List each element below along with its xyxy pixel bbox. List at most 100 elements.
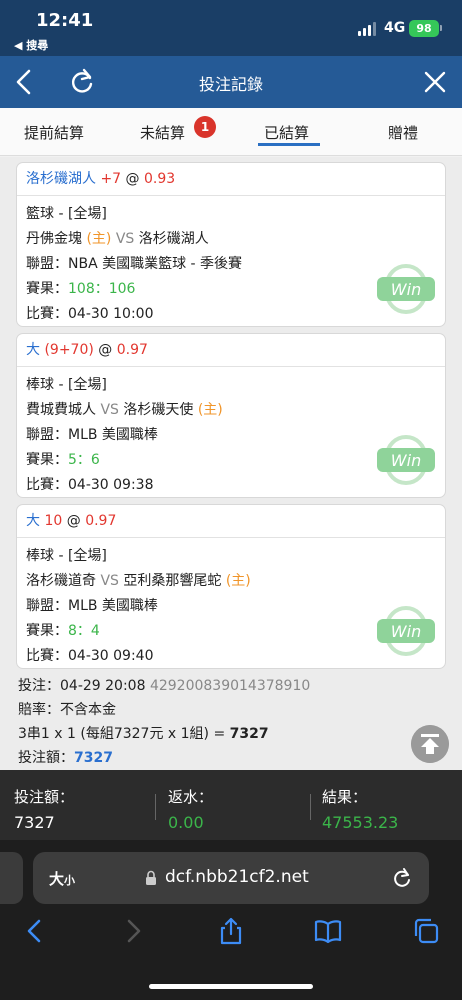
bet-record-list[interactable]: 洛杉磯湖人 +7 @ 0.93 籃球 - [全場] 丹佛金塊 (主) VS 洛杉… [0,157,462,770]
team-one: 洛杉磯道奇 [26,573,96,589]
tabs-icon[interactable] [411,916,441,946]
url-text: dcf.nbb21cf2.net [165,867,309,887]
win-stamp-icon: Win [377,264,435,314]
bet-selection: 大 [26,513,40,529]
sport-line: 籃球 - [全場] [26,206,107,222]
bet-odds: 0.93 [144,171,176,187]
active-tab-indicator [258,143,320,146]
home-tag: (主) [86,231,112,247]
home-tag: (主) [197,402,223,418]
odds-note: 賠率：不含本金 [18,702,116,718]
sport-line: 棒球 - [全場] [26,377,107,393]
text-size-small: 小 [64,874,76,887]
matchup-line: 洛杉磯道奇 VS 亞利桑那響尾蛇 (主) [26,569,445,594]
amount-value: 7327 [74,750,113,766]
team-one: 費城費城人 [26,402,96,418]
bet-card-body: 籃球 - [全場] 丹佛金塊 (主) VS 洛杉磯湖人 聯盟：NBA 美國職業籃… [17,196,445,327]
bet-selection: 大 [26,342,40,358]
totals-bar: 投注額： 7327 返水： 0.00 結果： 47553.23 [0,770,462,840]
share-icon[interactable] [216,916,246,946]
bet-id: 429200839014378910 [149,678,311,694]
nav-bar: 投注記錄 [0,56,462,108]
amount-label: 投注額： [18,750,74,766]
score: 8：4 [68,623,100,639]
browser-back-icon[interactable] [20,916,50,946]
bet-card-body: 棒球 - [全場] 洛杉磯道奇 VS 亞利桑那響尾蛇 (主) 聯盟：MLB 美國… [17,538,445,669]
bet-handicap: (9+70) [44,342,94,358]
home-tag: (主) [225,573,251,589]
vs-label: VS [100,402,119,418]
team-one: 丹佛金塊 [26,231,82,247]
win-label: Win [391,622,421,641]
signal-icon [358,22,378,36]
stake-value: 7327 [14,813,55,832]
bet-time: 投注：04-29 20:08 [18,678,146,694]
result-label: 賽果： [26,281,68,297]
result-total-value: 47553.23 [322,813,399,832]
bookmarks-icon[interactable] [313,916,343,946]
bet-odds: 0.97 [85,513,117,529]
bet-time-line: 投注：04-29 20:08 429200839014378910 [18,675,310,695]
browser-chrome: 大小 dcf.nbb21cf2.net [0,840,462,1000]
tab-gifts[interactable]: 贈禮 [388,122,418,143]
unsettled-count-badge: 1 [194,116,216,138]
bet-card: 大 (9+70) @ 0.97 棒球 - [全場] 費城費城人 VS 洛杉磯天使… [16,333,446,498]
divider [310,794,311,820]
at-sign: @ [66,513,81,529]
win-label: Win [391,280,421,299]
page-title: 投注記錄 [198,75,263,94]
reload-icon[interactable] [391,867,413,889]
tab-bar: 提前結算 未結算 已結算 贈禮 [0,108,462,156]
at-sign: @ [125,171,140,187]
stake-total: 投注額： 7327 [14,786,74,832]
battery-tip [440,25,442,31]
text-size-button[interactable]: 大小 [49,868,75,889]
bet-selection: 洛杉磯湖人 [26,171,96,187]
bet-card-body: 棒球 - [全場] 費城費城人 VS 洛杉磯天使 (主) 聯盟：MLB 美國職棒… [17,367,445,498]
bet-handicap: +7 [100,171,122,187]
home-indicator [149,984,313,989]
team-two: 亞利桑那響尾蛇 [123,573,222,589]
sport-line: 棒球 - [全場] [26,548,107,564]
win-stamp-icon: Win [377,606,435,656]
bet-card: 大 10 @ 0.97 棒球 - [全場] 洛杉磯道奇 VS 亞利桑那響尾蛇 (… [16,504,446,669]
bet-handicap: 10 [44,513,63,529]
scroll-to-top-icon[interactable] [411,725,449,763]
browser-forward-icon[interactable] [118,916,148,946]
tab-settled[interactable]: 已結算 [264,122,309,143]
team-two: 洛杉磯湖人 [138,231,209,247]
parlay-total: 7327 [229,726,269,742]
lock-icon [146,870,156,885]
bet-odds: 0.97 [116,342,148,358]
team-two: 洛杉磯天使 [123,402,194,418]
rebate-total: 返水： 0.00 [168,786,213,832]
text-size-big: 大 [49,870,65,888]
result-label: 賽果： [26,452,68,468]
status-bar: 12:41 ◀ 搜尋 4G 98 [0,0,462,56]
score: 5：6 [68,452,100,468]
network-type: 4G [384,20,406,36]
clock: 12:41 [36,10,94,31]
tab-early-settle[interactable]: 提前結算 [24,122,84,143]
result-total: 結果： 47553.23 [322,786,398,832]
parlay-line: 3串1 x 1 (每組7327元 x 1組) = 7327 [18,723,269,743]
close-icon[interactable] [420,67,450,97]
vs-label: VS [115,231,135,247]
vs-label: VS [100,573,119,589]
bet-card-header: 大 (9+70) @ 0.97 [17,334,445,367]
rebate-value: 0.00 [168,813,204,832]
result-label: 賽果： [26,623,68,639]
tab-unsettled[interactable]: 未結算 [140,122,185,143]
previous-tab-preview[interactable] [0,852,23,904]
win-label: Win [391,451,421,470]
bet-card: 洛杉磯湖人 +7 @ 0.93 籃球 - [全場] 丹佛金塊 (主) VS 洛杉… [16,162,446,327]
matchup-line: 費城費城人 VS 洛杉磯天使 (主) [26,398,445,423]
matchup-line: 丹佛金塊 (主) VS 洛杉磯湖人 [26,227,445,252]
back-to-app-link[interactable]: ◀ 搜尋 [14,37,48,53]
bet-card-header: 大 10 @ 0.97 [17,505,445,538]
rebate-label: 返水： [168,788,214,806]
score: 108：106 [68,281,136,297]
parlay-desc: 3串1 x 1 (每組7327元 x 1組) = [18,726,230,742]
address-bar[interactable]: 大小 dcf.nbb21cf2.net [33,852,429,904]
result-total-label: 結果： [322,788,368,806]
